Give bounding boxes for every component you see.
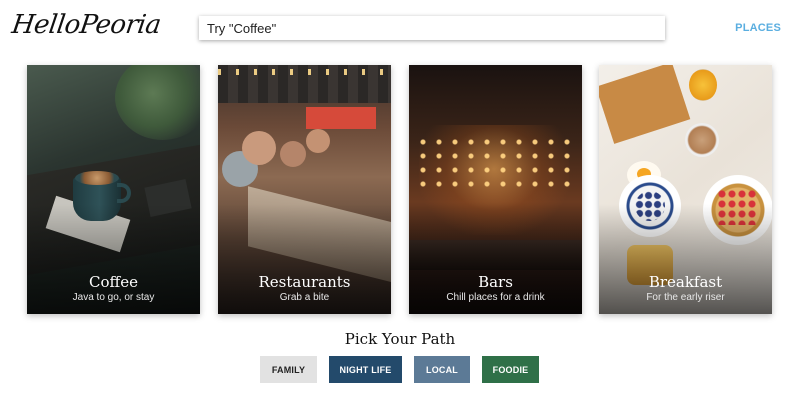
category-card-bars[interactable]: Bars Chill places for a drink (409, 65, 582, 314)
pick-your-path-heading: Pick Your Path (344, 330, 456, 348)
card-subtitle: Java to go, or stay (72, 292, 155, 303)
card-subtitle: Chill places for a drink (446, 292, 545, 303)
card-image-cutting-board (599, 65, 691, 144)
card-title: Restaurants (258, 273, 351, 291)
family-button[interactable]: FAMILY (260, 356, 317, 383)
card-title: Breakfast (648, 273, 723, 291)
card-image-string-lights (218, 69, 391, 75)
card-subtitle: Grab a bite (279, 292, 330, 303)
card-subtitle: For the early riser (646, 292, 725, 303)
local-button[interactable]: LOCAL (414, 356, 470, 383)
card-image-latte (75, 171, 119, 185)
card-image-plant (115, 65, 200, 140)
card-image-coffee-cup (685, 123, 719, 157)
card-image-sign (306, 107, 376, 129)
card-title: Bars (478, 273, 513, 291)
category-card-restaurants[interactable]: Restaurants Grab a bite (218, 65, 391, 314)
card-image-diner (242, 131, 276, 165)
card-image-diner (280, 141, 306, 167)
card-image-orange-juice (689, 69, 717, 101)
foodie-button[interactable]: FOODIE (482, 356, 539, 383)
category-card-coffee[interactable]: Coffee Java to go, or stay (27, 65, 200, 314)
category-card-breakfast[interactable]: Breakfast For the early riser (599, 65, 772, 314)
search-input[interactable] (199, 16, 665, 40)
night-life-button[interactable]: NIGHT LIFE (329, 356, 402, 383)
card-title: Coffee (89, 273, 138, 291)
nav-places-link[interactable]: PLACES (735, 22, 781, 34)
site-logo[interactable]: HelloPeoria (10, 10, 163, 40)
card-image-diner (306, 129, 330, 153)
card-image-hanging-bulbs (415, 135, 575, 195)
